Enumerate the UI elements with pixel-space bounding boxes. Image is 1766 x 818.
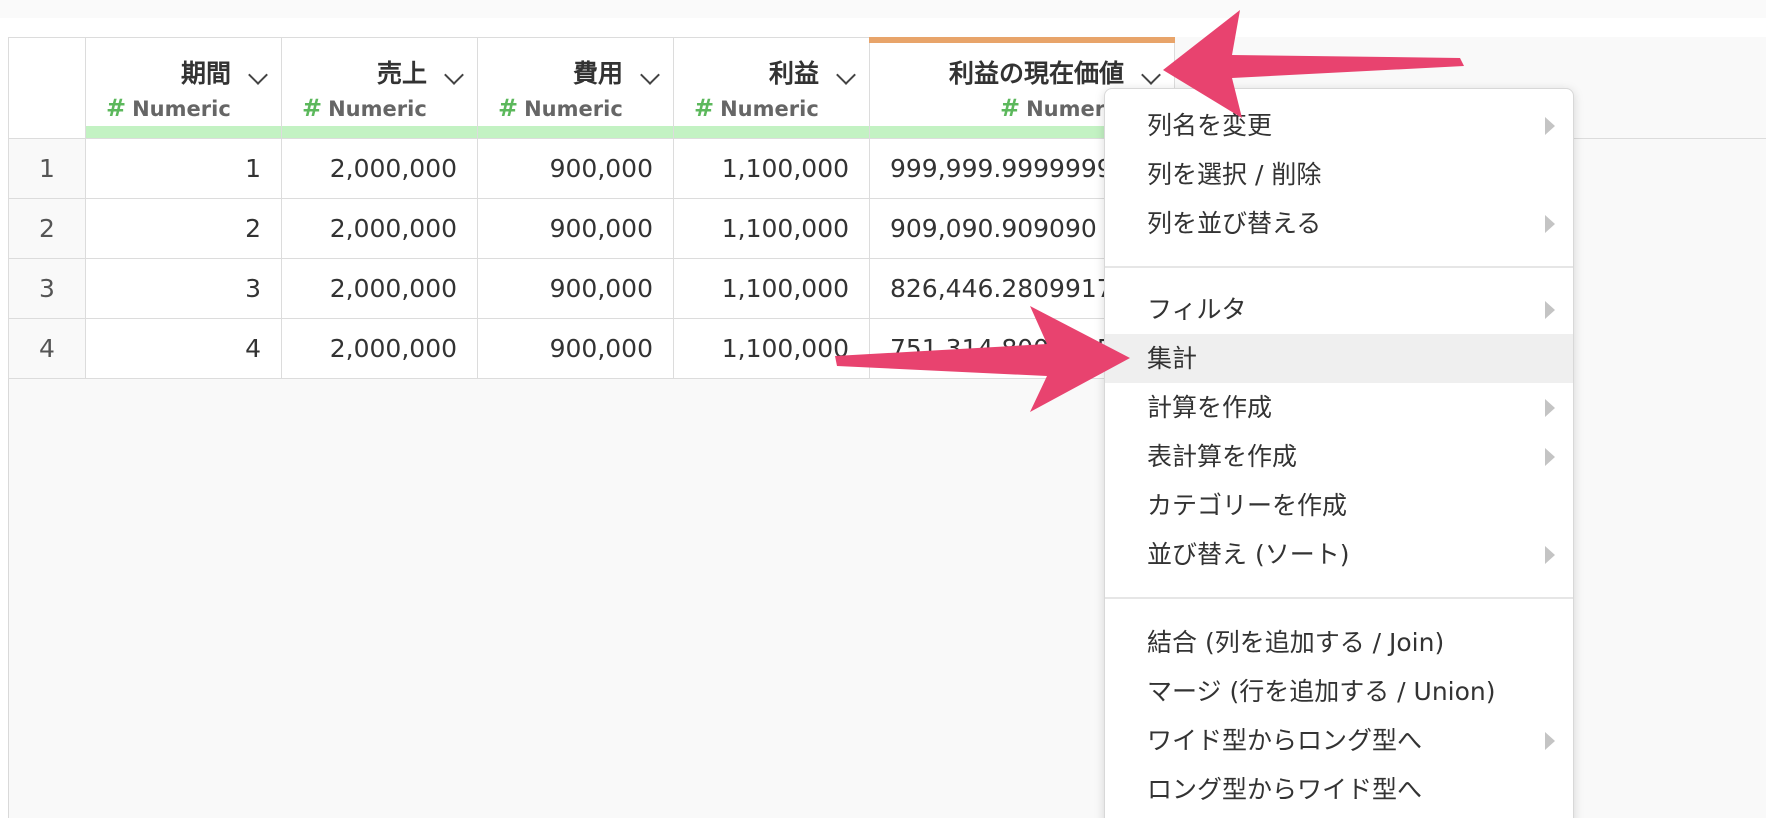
page: 期間 # Numeric 売上 # Numeric 費用 # Numeric 利…: [0, 0, 1766, 818]
annotation-arrow-top: [1163, 10, 1464, 118]
annotation-arrows: [835, 10, 1464, 412]
annotation-arrow-middle: [835, 306, 1130, 412]
